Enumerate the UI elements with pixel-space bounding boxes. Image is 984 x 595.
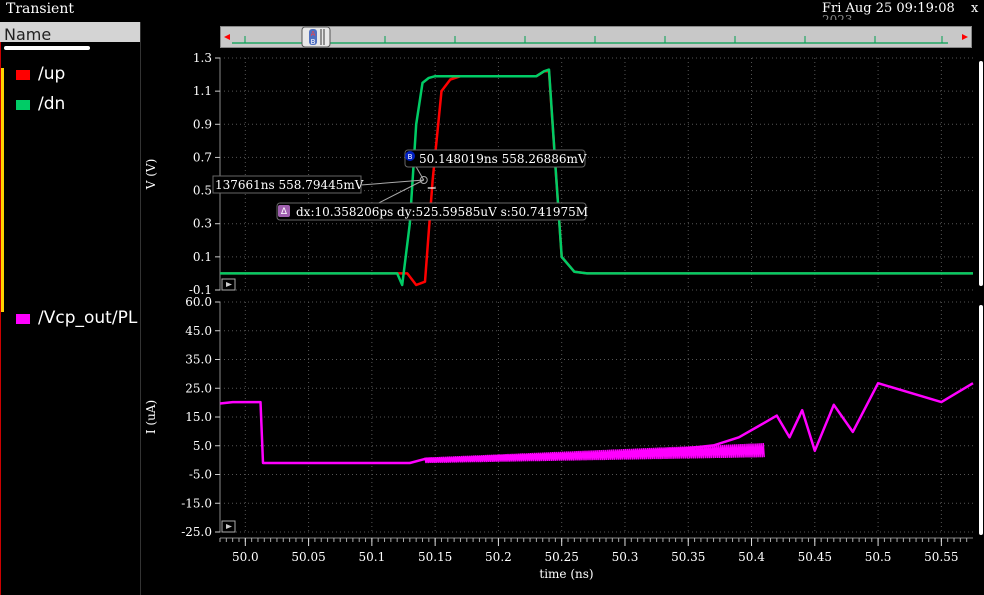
y-tick-label: 60.0: [185, 295, 212, 309]
series-ripple: [424, 443, 765, 464]
current-strip[interactable]: 60.0 45.0 35.0 25.0 15.0 5.0 -5.0 -15.0 -25.0 I (…: [144, 295, 983, 539]
horizontal-scrollbar[interactable]: [4, 46, 90, 50]
y-tick-label: 0.1: [193, 250, 212, 264]
signal-label: /up: [38, 64, 66, 84]
marker-b-text: 50.148019ns 558.26886mV: [419, 152, 587, 166]
x-tick-label: 50.35: [671, 550, 705, 564]
x-tick-label: 50.1: [359, 550, 386, 564]
y-axis-label: V (V): [144, 159, 158, 191]
y-tick-label: -5.0: [189, 468, 212, 482]
x-tick-label: 50.55: [924, 550, 958, 564]
scroll-right-icon[interactable]: [962, 34, 968, 40]
marker-b-glyph: B: [408, 153, 413, 161]
x-tick-label: 50.0: [232, 550, 259, 564]
marker-a-text: 137661ns 558.79445mV: [215, 178, 364, 192]
name-column-label: Name: [4, 25, 52, 44]
name-column-header[interactable]: Name: [0, 22, 140, 44]
y-tick-label: 1.1: [193, 84, 212, 98]
y-tick-label: 0.3: [193, 217, 212, 231]
delta-glyph: Δ: [281, 207, 288, 217]
marker-a-glyph: A: [311, 30, 316, 38]
x-tick-label: 50.2: [485, 550, 512, 564]
window-title: Transient: [6, 1, 74, 17]
time-axis: 50.0 50.05 50.1 50.15 50.2 50.25 50.3 50.35 50.4…: [219, 537, 973, 581]
marker-b-glyph: B: [311, 38, 316, 46]
signal-color-swatch: [16, 70, 30, 80]
x-tick-label: 50.25: [545, 550, 579, 564]
x-tick-label: 50.05: [291, 550, 325, 564]
strip-selection-bar: [1, 68, 4, 312]
vertical-scrollbar[interactable]: [979, 305, 983, 535]
time-scrubber[interactable]: A B: [220, 26, 972, 48]
overview-spikes: [244, 36, 943, 43]
y-tick-label: 35.0: [185, 353, 212, 367]
y-axis-label: I (uA): [144, 400, 158, 434]
y-tick-label: 0.5: [193, 184, 212, 198]
signal-color-swatch: [16, 314, 30, 324]
x-tick-label: 50.15: [418, 550, 452, 564]
x-tick-label: 50.5: [865, 550, 892, 564]
signal-label: /dn: [38, 94, 66, 114]
scroll-left-icon[interactable]: [224, 34, 230, 40]
y-tick-label: 1.3: [193, 51, 212, 65]
y-tick-label: 5.0: [193, 439, 212, 453]
x-tick-label: 50.3: [612, 550, 639, 564]
title-bar: Transient Fri Aug 25 09:19:08 2023 x: [0, 0, 984, 20]
y-tick-label: 0.7: [193, 150, 212, 164]
y-tick-label: -15.0: [181, 496, 212, 510]
x-axis-label: time (ns): [539, 567, 593, 581]
delta-text: dx:10.358206ps dy:525.59585uV s:50.74197…: [296, 205, 588, 219]
voltage-strip[interactable]: 1.31.10.90.70.50.30.1-0.1V (V) 137661ns 5…: [144, 51, 983, 297]
signal-list-panel: Name /up /dn /Vcp_out/PL: [0, 22, 141, 595]
y-tick-label: 15.0: [185, 410, 212, 424]
waveform-area[interactable]: 1.31.10.90.70.50.30.1-0.1V (V) 137661ns 5…: [141, 50, 984, 595]
x-tick-label: 50.4: [738, 550, 765, 564]
x-tick-label: 50.45: [798, 550, 832, 564]
vertical-scrollbar[interactable]: [979, 61, 983, 286]
y-tick-label: -25.0: [181, 525, 212, 539]
signal-color-swatch: [16, 100, 30, 110]
signal-label: /Vcp_out/PL: [38, 308, 138, 328]
y-tick-label: 45.0: [185, 324, 212, 338]
y-tick-label: 0.9: [193, 117, 212, 131]
y-tick-label: 25.0: [185, 381, 212, 395]
close-icon[interactable]: x: [971, 1, 978, 16]
datetime-year: 2023: [822, 14, 853, 20]
